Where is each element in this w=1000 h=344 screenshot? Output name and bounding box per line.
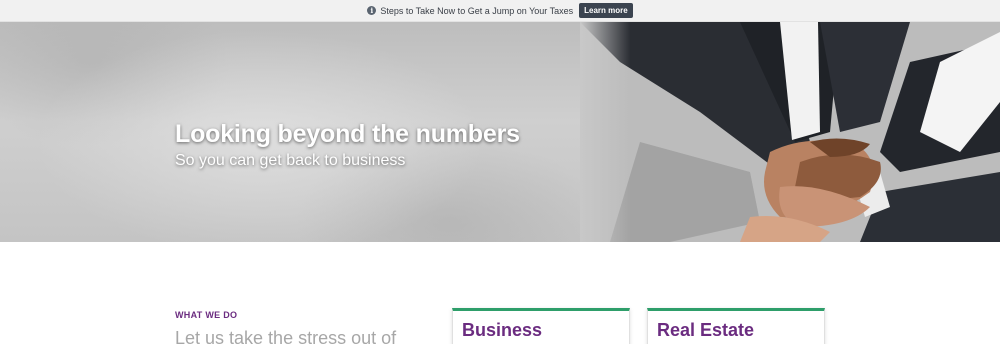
announcement-bar: i Steps to Take Now to Get a Jump on You… bbox=[0, 0, 1000, 22]
team-hands-stacked-photo bbox=[580, 22, 1000, 242]
hero-subtitle: So you can get back to business bbox=[175, 152, 406, 169]
learn-more-button[interactable]: Learn more bbox=[579, 3, 633, 18]
hero-banner: Looking beyond the numbers So you can ge… bbox=[0, 22, 1000, 242]
real-estate-card-title: Real Estate bbox=[657, 320, 755, 340]
announcement-message[interactable]: Steps to Take Now to Get a Jump on Your … bbox=[380, 6, 573, 16]
section-label: WHAT WE DO bbox=[175, 310, 238, 320]
section-heading: Let us take the stress out of bbox=[175, 328, 397, 344]
real-estate-card[interactable]: Real Estate bbox=[647, 308, 825, 344]
hero-title: Looking beyond the numbers bbox=[175, 120, 520, 148]
info-icon: i bbox=[367, 6, 377, 15]
business-card-title: Business bbox=[462, 320, 543, 340]
business-card[interactable]: Business bbox=[452, 308, 630, 344]
